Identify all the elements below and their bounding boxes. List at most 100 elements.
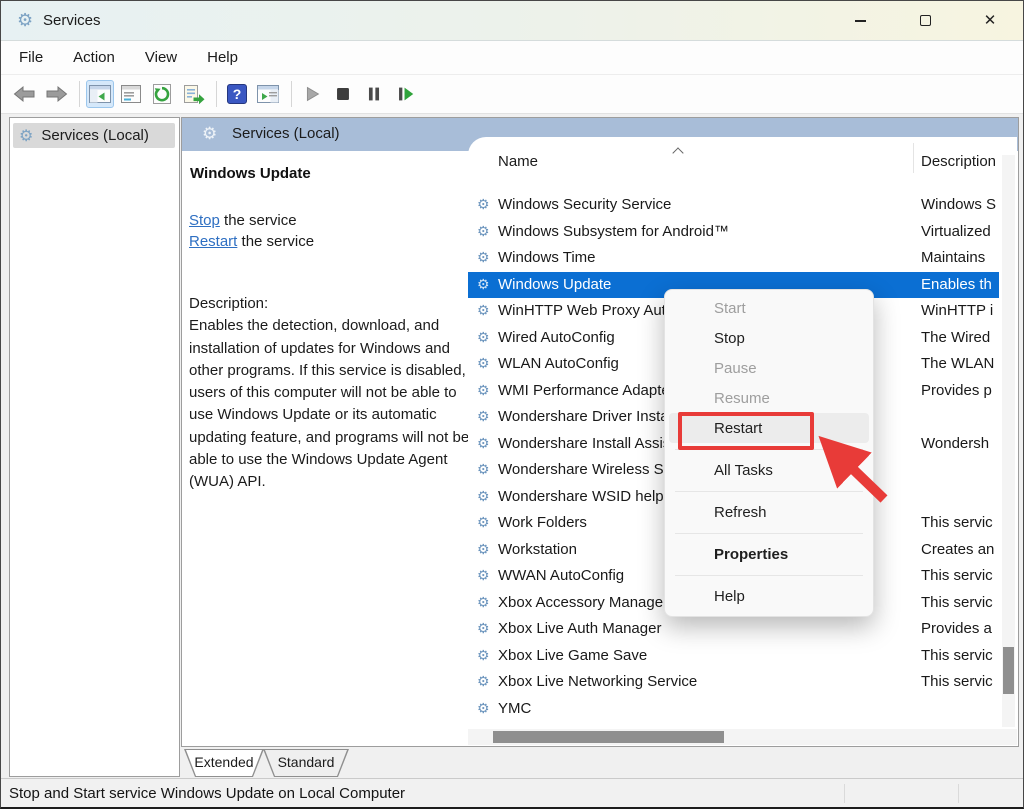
- forward-button[interactable]: [42, 80, 70, 108]
- vertical-scrollbar-thumb[interactable]: [1003, 647, 1014, 694]
- show-console-tree-icon: [88, 83, 112, 105]
- service-action-link[interactable]: Stop: [189, 212, 220, 229]
- tree-item-services-local[interactable]: ⚙ Services (Local): [13, 123, 175, 148]
- service-gear-icon: ⚙: [477, 567, 490, 584]
- horizontal-scrollbar[interactable]: [468, 729, 1017, 745]
- menu-bar: File Action View Help: [1, 41, 1023, 75]
- back-icon: [13, 82, 37, 106]
- context-menu-item[interactable]: Start ›: [669, 293, 869, 323]
- column-header-name[interactable]: Name: [498, 153, 538, 170]
- restart-service-button[interactable]: [391, 80, 419, 108]
- service-description-cell: Maintains: [921, 249, 985, 266]
- service-gear-icon: ⚙: [477, 541, 490, 558]
- service-description-cell: Enables th: [921, 276, 992, 293]
- service-description-cell: WinHTTP i: [921, 302, 993, 319]
- status-bar: Stop and Start service Windows Update on…: [1, 778, 1023, 807]
- service-gear-icon: ⚙: [477, 514, 490, 531]
- service-name: Workstation: [498, 541, 577, 558]
- service-description-cell: Creates an: [921, 541, 994, 558]
- service-description: Description: Enables the detection, down…: [189, 293, 471, 494]
- context-menu-item[interactable]: Resume ›: [669, 383, 869, 413]
- vertical-scrollbar[interactable]: [1002, 155, 1015, 727]
- properties-button[interactable]: [117, 80, 145, 108]
- help-button[interactable]: ?: [223, 80, 251, 108]
- toolbar-separator: [216, 81, 217, 107]
- service-description-cell: This servic: [921, 673, 993, 690]
- column-header-description[interactable]: Description: [921, 153, 996, 170]
- service-action-links: Stop the service Restart the service: [189, 210, 314, 252]
- maximize-button[interactable]: [902, 1, 948, 40]
- service-gear-icon: ⚙: [477, 647, 490, 664]
- context-menu-item-label: Properties: [714, 546, 788, 563]
- service-row[interactable]: ⚙ Xbox Live Networking Service This serv…: [468, 669, 999, 696]
- context-menu-item[interactable]: Help ›: [669, 581, 869, 611]
- back-button[interactable]: [11, 80, 39, 108]
- menu-item[interactable]: View: [145, 49, 177, 66]
- show-console-tree-button[interactable]: [86, 80, 114, 108]
- service-action-line: Stop the service: [189, 210, 314, 231]
- toolbar-separator: [79, 81, 80, 107]
- service-name: Xbox Live Game Save: [498, 647, 647, 664]
- console-tree-panel: ⚙ Services (Local): [9, 117, 180, 777]
- service-row[interactable]: ⚙ Xbox Live Auth Manager Provides a: [468, 616, 999, 643]
- service-description-cell: Provides a: [921, 620, 992, 637]
- service-row[interactable]: ⚙ Windows Time Maintains: [468, 245, 999, 272]
- view-tab[interactable]: Standard: [263, 749, 349, 777]
- list-header: Name Description: [468, 137, 999, 177]
- service-gear-icon: ⚙: [477, 196, 490, 213]
- service-action-link[interactable]: Restart: [189, 233, 237, 250]
- context-menu-item-label: Help: [714, 588, 745, 605]
- stop-service-button[interactable]: [329, 80, 357, 108]
- pause-service-button[interactable]: [360, 80, 388, 108]
- service-name: Windows Time: [498, 249, 596, 266]
- service-name: Windows Update: [498, 276, 611, 293]
- column-divider[interactable]: [913, 143, 914, 173]
- selected-service-title: Windows Update: [190, 165, 311, 182]
- refresh-button[interactable]: [148, 80, 176, 108]
- start-service-button[interactable]: [298, 80, 326, 108]
- close-button[interactable]: ✕: [967, 1, 1013, 40]
- pause-service-icon: [363, 83, 385, 105]
- annotation-highlight-box: [678, 412, 814, 450]
- export-list-button[interactable]: [179, 80, 207, 108]
- service-gear-icon: ⚙: [477, 223, 490, 240]
- service-description-cell: Virtualized: [921, 223, 991, 240]
- minimize-button[interactable]: [837, 1, 883, 40]
- services-gear-icon: ⚙: [17, 10, 33, 31]
- context-menu-item[interactable]: Stop ›: [669, 323, 869, 353]
- service-description-cell: Wondersh: [921, 435, 989, 452]
- service-description-cell: Provides p: [921, 382, 992, 399]
- service-action-rest: the service: [220, 212, 297, 229]
- horizontal-scrollbar-thumb[interactable]: [493, 731, 724, 743]
- properties-icon: [119, 83, 143, 105]
- service-row[interactable]: ⚙ Windows Subsystem for Android™ Virtual…: [468, 219, 999, 246]
- service-description-cell: This servic: [921, 514, 993, 531]
- services-window: ⚙ Services ✕ FileActionViewHelp: [0, 0, 1024, 809]
- menu-item[interactable]: Action: [73, 49, 115, 66]
- service-gear-icon: ⚙: [477, 461, 490, 478]
- status-divider: [958, 784, 959, 803]
- show-action-pane-button[interactable]: [254, 80, 282, 108]
- start-service-icon: [301, 83, 323, 105]
- service-gear-icon: ⚙: [477, 620, 490, 637]
- service-row[interactable]: ⚙ Windows Security Service Windows S: [468, 192, 999, 219]
- context-menu-item-label: Refresh: [714, 504, 767, 521]
- service-description-cell: This servic: [921, 567, 993, 584]
- sort-ascending-icon: [672, 147, 683, 158]
- extended-panel: Windows Update Stop the service Restart t…: [182, 151, 468, 746]
- status-divider: [844, 784, 845, 803]
- menu-item[interactable]: Help: [207, 49, 238, 66]
- service-row[interactable]: ⚙ YMC: [468, 696, 999, 723]
- service-name: Windows Security Service: [498, 196, 671, 213]
- service-row[interactable]: ⚙ Xbox Live Game Save This servic: [468, 643, 999, 670]
- service-name: Xbox Live Networking Service: [498, 673, 697, 690]
- tree-item-label: Services (Local): [41, 127, 149, 144]
- view-tab[interactable]: Extended: [184, 749, 264, 777]
- forward-icon: [44, 82, 68, 106]
- context-menu-item[interactable]: Properties ›: [669, 539, 869, 569]
- menu-item[interactable]: File: [19, 49, 43, 66]
- service-gear-icon: ⚙: [477, 355, 490, 372]
- service-name: Work Folders: [498, 514, 587, 531]
- context-menu-item[interactable]: Pause ›: [669, 353, 869, 383]
- service-gear-icon: ⚙: [477, 408, 490, 425]
